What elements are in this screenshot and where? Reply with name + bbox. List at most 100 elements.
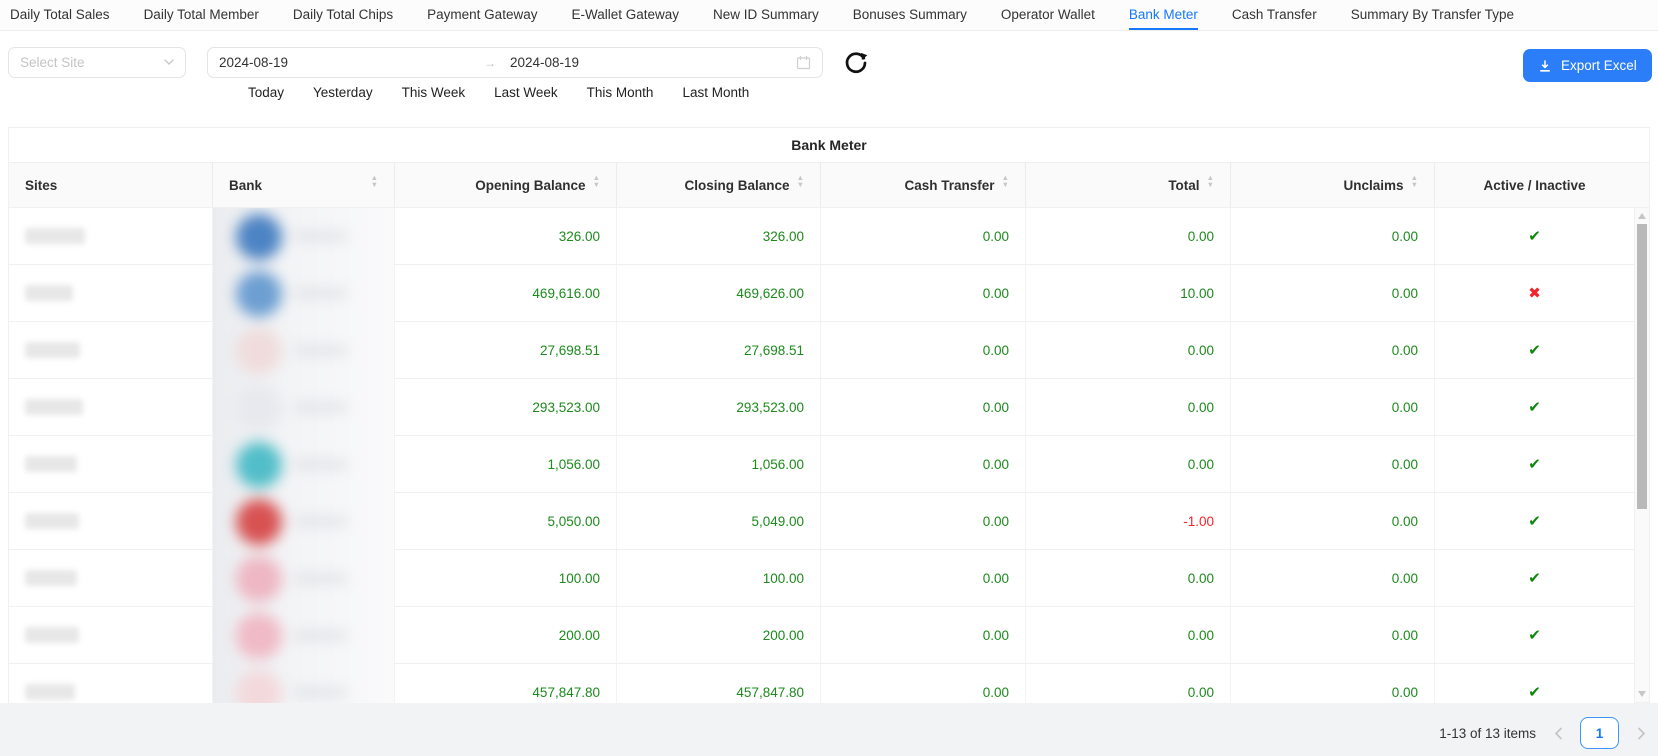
column-label: Bank [229, 178, 262, 193]
cell-bank [213, 436, 395, 492]
unclaims-value: 0.00 [1392, 286, 1418, 301]
column-header-unclaims[interactable]: Unclaims▲▼ [1231, 163, 1435, 207]
cell-active-inactive: ✔ [1435, 436, 1634, 492]
quick-range-yesterday[interactable]: Yesterday [313, 85, 373, 100]
tab-payment-gateway[interactable]: Payment Gateway [427, 0, 537, 30]
unclaims-value: 0.00 [1392, 571, 1418, 586]
start-date-input[interactable]: 2024-08-19 [219, 55, 484, 70]
total-value: -1.00 [1183, 514, 1214, 529]
active-check-icon: ✔ [1528, 626, 1541, 644]
site-select[interactable]: Select Site [8, 47, 186, 78]
cell-unclaims: 0.00 [1231, 550, 1435, 606]
site-name-blur [25, 513, 79, 529]
cell-opening-balance: 5,050.00 [395, 493, 617, 549]
site-select-placeholder: Select Site [20, 55, 85, 70]
table-row: 326.00326.000.000.000.00✔ [9, 208, 1634, 265]
cell-opening-balance: 1,056.00 [395, 436, 617, 492]
quick-range-this-week[interactable]: This Week [402, 85, 466, 100]
tab-e-wallet-gateway[interactable]: E-Wallet Gateway [571, 0, 679, 30]
column-header-opening-balance[interactable]: Opening Balance▲▼ [395, 163, 617, 207]
column-label: Sites [25, 178, 57, 193]
closing-balance-value: 293,523.00 [736, 400, 804, 415]
active-check-icon: ✔ [1528, 341, 1541, 359]
range-arrow-icon: → [484, 56, 510, 70]
cell-bank [213, 208, 395, 264]
pagination: 1-13 of 13 items 1 [1439, 716, 1648, 750]
cell-active-inactive: ✔ [1435, 493, 1634, 549]
tab-daily-total-chips[interactable]: Daily Total Chips [293, 0, 393, 30]
total-value: 0.00 [1188, 571, 1214, 586]
unclaims-value: 0.00 [1392, 400, 1418, 415]
caret-down-icon: ▼ [371, 185, 378, 192]
next-page-button[interactable] [1634, 726, 1648, 740]
active-check-icon: ✔ [1528, 455, 1541, 473]
active-check-icon: ✔ [1528, 569, 1541, 587]
table-header-row: SitesBank▲▼Opening Balance▲▼Closing Bala… [9, 162, 1649, 208]
cell-opening-balance: 293,523.00 [395, 379, 617, 435]
quick-range-last-week[interactable]: Last Week [494, 85, 558, 100]
cash-transfer-value: 0.00 [983, 229, 1009, 244]
cell-cash-transfer: 0.00 [821, 322, 1026, 378]
cash-transfer-value: 0.00 [983, 286, 1009, 301]
cell-site [9, 493, 213, 549]
cell-bank [213, 607, 395, 663]
tab-daily-total-member[interactable]: Daily Total Member [144, 0, 259, 30]
opening-balance-value: 100.00 [559, 571, 600, 586]
column-label: Closing Balance [685, 178, 790, 193]
column-header-active-inactive: Active / Inactive [1435, 163, 1634, 207]
cell-total: 0.00 [1026, 550, 1231, 606]
tab-daily-total-sales[interactable]: Daily Total Sales [10, 0, 110, 30]
unclaims-value: 0.00 [1392, 457, 1418, 472]
column-header-closing-balance[interactable]: Closing Balance▲▼ [617, 163, 821, 207]
site-name-blur [25, 399, 83, 415]
column-header-bank[interactable]: Bank▲▼ [213, 163, 395, 207]
cash-transfer-value: 0.00 [983, 343, 1009, 358]
previous-page-button[interactable] [1551, 726, 1565, 740]
cell-closing-balance: 1,056.00 [617, 436, 821, 492]
total-value: 0.00 [1188, 628, 1214, 643]
end-date-input[interactable]: 2024-08-19 [510, 55, 796, 70]
tab-bank-meter[interactable]: Bank Meter [1129, 0, 1198, 30]
column-header-total[interactable]: Total▲▼ [1026, 163, 1231, 207]
tab-cash-transfer[interactable]: Cash Transfer [1232, 0, 1317, 30]
export-excel-button[interactable]: Export Excel [1523, 49, 1652, 82]
column-header-cash-transfer[interactable]: Cash Transfer▲▼ [821, 163, 1026, 207]
tab-operator-wallet[interactable]: Operator Wallet [1001, 0, 1095, 30]
calendar-icon [796, 55, 811, 70]
table-row: 469,616.00469,626.000.0010.000.00✖ [9, 265, 1634, 322]
scrollbar-thumb[interactable] [1637, 224, 1647, 509]
tab-new-id-summary[interactable]: New ID Summary [713, 0, 819, 30]
table-row: 5,050.005,049.000.00-1.000.00✔ [9, 493, 1634, 550]
caret-down-icon: ▼ [1002, 185, 1009, 192]
cell-bank [213, 493, 395, 549]
cell-cash-transfer: 0.00 [821, 664, 1026, 704]
quick-range-this-month[interactable]: This Month [587, 85, 654, 100]
closing-balance-value: 469,626.00 [736, 286, 804, 301]
unclaims-value: 0.00 [1392, 229, 1418, 244]
cell-unclaims: 0.00 [1231, 436, 1435, 492]
sort-icon: ▲▼ [593, 178, 600, 192]
download-icon [1538, 59, 1552, 73]
cash-transfer-value: 0.00 [983, 457, 1009, 472]
site-name-blur [25, 456, 77, 472]
refresh-button[interactable] [843, 50, 869, 76]
quick-range-today[interactable]: Today [248, 85, 284, 100]
closing-balance-value: 100.00 [763, 571, 804, 586]
cell-total: 0.00 [1026, 379, 1231, 435]
table-scrollbar[interactable] [1634, 208, 1649, 702]
scroll-up-arrow-icon[interactable] [1638, 213, 1646, 219]
tab-bonuses-summary[interactable]: Bonuses Summary [853, 0, 967, 30]
cell-site [9, 379, 213, 435]
inactive-cross-icon: ✖ [1528, 284, 1541, 302]
active-check-icon: ✔ [1528, 227, 1541, 245]
tab-summary-by-transfer-type[interactable]: Summary By Transfer Type [1351, 0, 1514, 30]
quick-range-last-month[interactable]: Last Month [682, 85, 749, 100]
date-range-picker[interactable]: 2024-08-19 → 2024-08-19 [207, 47, 823, 78]
closing-balance-value: 5,049.00 [751, 514, 804, 529]
cell-closing-balance: 200.00 [617, 607, 821, 663]
scroll-down-arrow-icon[interactable] [1638, 691, 1646, 697]
opening-balance-value: 5,050.00 [547, 514, 600, 529]
cash-transfer-value: 0.00 [983, 685, 1009, 700]
opening-balance-value: 469,616.00 [532, 286, 600, 301]
page-1-button[interactable]: 1 [1580, 717, 1619, 749]
